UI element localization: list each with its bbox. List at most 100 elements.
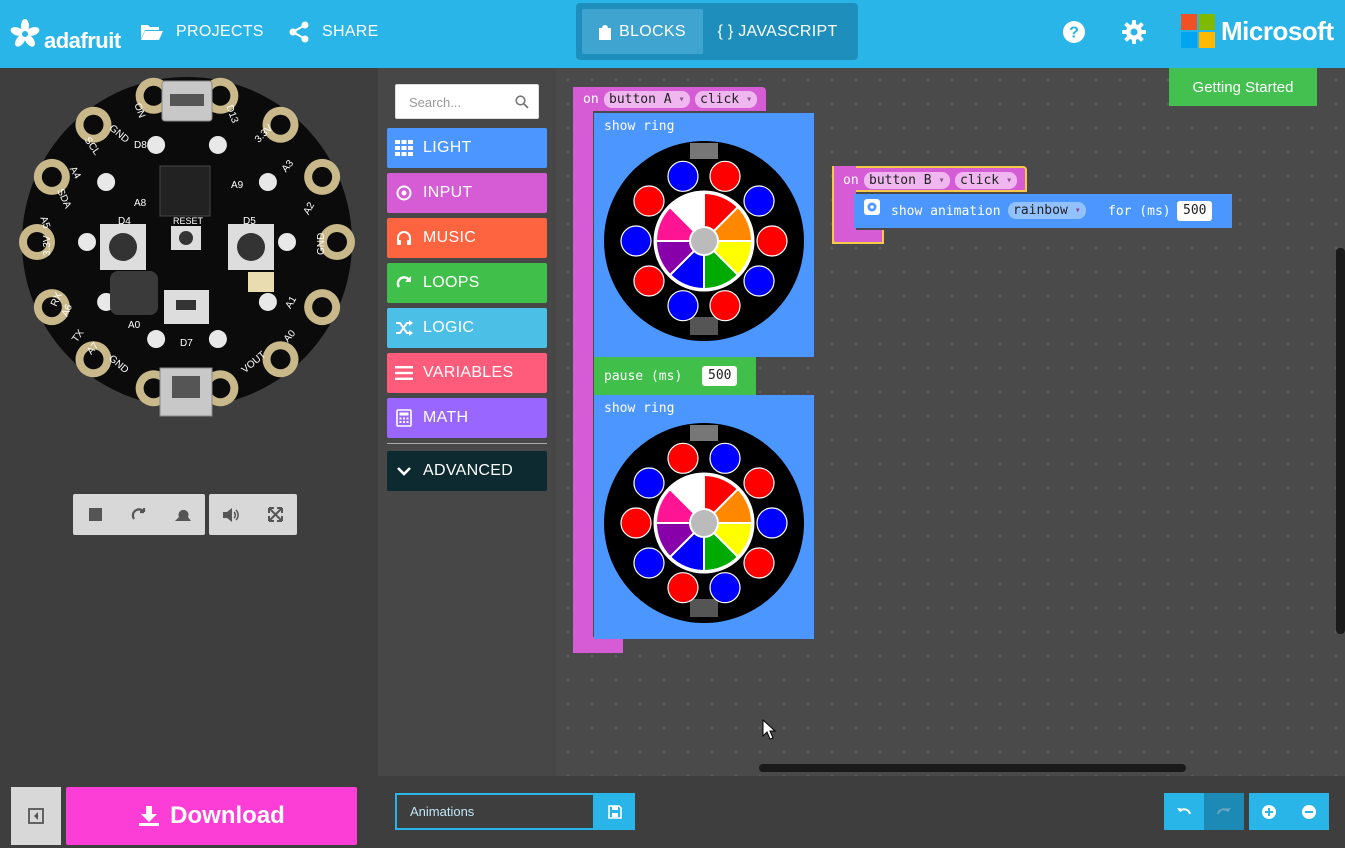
ring-led[interactable] [709, 572, 741, 604]
search-icon[interactable] [515, 95, 529, 109]
slow-mode-button[interactable] [161, 494, 205, 535]
category-label: LOGIC [423, 319, 475, 336]
project-name-input[interactable] [395, 793, 595, 830]
microsoft-squares-icon [1181, 14, 1215, 48]
redo-icon [1217, 807, 1231, 814]
category-input[interactable]: INPUT [387, 173, 547, 213]
ring-led[interactable] [620, 507, 652, 539]
pause-value[interactable]: 500 [702, 366, 738, 386]
blocks-workspace[interactable]: Getting Started on button A click show r… [556, 68, 1345, 776]
category-music[interactable]: MUSIC [387, 218, 547, 258]
sim-controls [73, 494, 205, 535]
getting-started-button[interactable]: Getting Started [1169, 68, 1317, 106]
button-b-dropdown[interactable]: button B [864, 172, 950, 189]
toolbox-divider [387, 443, 547, 444]
advanced-label: ADVANCED [423, 462, 514, 479]
click-event-dropdown-b[interactable]: click [955, 172, 1018, 189]
mute-button[interactable] [209, 494, 253, 535]
microsoft-logo[interactable]: Microsoft [1181, 14, 1334, 48]
on-keyword: on [583, 92, 599, 107]
zoom-out-button[interactable] [1289, 793, 1329, 830]
pin-label-d8: D8 [134, 140, 147, 151]
undo-icon [1177, 807, 1191, 814]
gear-badge-icon [864, 199, 880, 215]
pin-label-a0-inner: A0 [128, 320, 141, 331]
download-button[interactable]: Download [66, 787, 357, 845]
share-icon [289, 21, 309, 43]
ring-led[interactable] [743, 185, 775, 217]
category-variables[interactable]: VARIABLES [387, 353, 547, 393]
pin-label-a9: A9 [231, 180, 244, 191]
ring-led[interactable] [667, 160, 699, 192]
pin-label-a8: A8 [134, 198, 147, 209]
pause-block[interactable]: pause (ms) 500 [594, 357, 756, 395]
button-a-dropdown[interactable]: button A [604, 91, 690, 108]
show-animation-block[interactable]: show animation rainbow for (ms) 500 [854, 194, 1232, 228]
category-logic[interactable]: LOGIC [387, 308, 547, 348]
category-math[interactable]: MATH [387, 398, 547, 438]
calculator-icon [395, 409, 413, 427]
projects-label: PROJECTS [176, 23, 264, 40]
settings-button[interactable] [1122, 20, 1146, 44]
stop-button[interactable] [73, 494, 117, 535]
zoom-in-icon [1262, 804, 1276, 819]
redo-button[interactable] [1204, 793, 1244, 830]
shuffle-icon [395, 319, 413, 337]
projects-button[interactable]: PROJECTS [140, 0, 264, 64]
collapse-simulator-button[interactable] [11, 787, 61, 845]
zoom-out-icon [1302, 804, 1316, 819]
ring-editor-1[interactable] [604, 141, 804, 341]
undo-button[interactable] [1164, 793, 1204, 830]
category-advanced[interactable]: ADVANCED [387, 451, 547, 491]
click-event-dropdown-a[interactable]: click [695, 91, 758, 108]
ring-led[interactable] [743, 467, 775, 499]
circuit-playground-board[interactable]: D8 D4 D5 RESET D7 A0 A8 A9 3.3V GND VOUT… [0, 76, 378, 426]
blocks-tab[interactable]: BLOCKS [582, 9, 703, 54]
ring-led[interactable] [633, 547, 665, 579]
simulator-panel: D8 D4 D5 RESET D7 A0 A8 A9 3.3V GND VOUT… [0, 68, 378, 776]
javascript-tab[interactable]: { } JAVASCRIPT [703, 9, 852, 54]
ring-led[interactable] [743, 265, 775, 297]
ring-led[interactable] [709, 160, 741, 192]
ring-led[interactable] [633, 467, 665, 499]
ring-led[interactable] [756, 225, 788, 257]
ring-led[interactable] [633, 265, 665, 297]
show-ring-block-2[interactable]: show ring [594, 395, 814, 639]
help-icon: ? [1063, 21, 1085, 43]
show-ring-label-2: show ring [604, 401, 675, 416]
ring-led[interactable] [667, 442, 699, 474]
animation-dropdown[interactable]: rainbow [1008, 202, 1086, 219]
ring-led[interactable] [667, 572, 699, 604]
zoom-in-button[interactable] [1249, 793, 1289, 830]
ring-led[interactable] [743, 547, 775, 579]
category-loops[interactable]: LOOPS [387, 263, 547, 303]
share-button[interactable]: SHARE [288, 0, 379, 64]
help-button[interactable]: ? [1062, 20, 1086, 44]
ring-editor-2[interactable] [604, 423, 804, 623]
download-icon [139, 806, 160, 826]
vertical-scrollbar[interactable] [1336, 248, 1345, 634]
floppy-disk-icon [608, 804, 622, 819]
show-ring-block-1[interactable]: show ring [594, 113, 814, 357]
category-light[interactable]: LIGHT [387, 128, 547, 168]
save-button[interactable] [595, 793, 635, 830]
sim-controls-2 [209, 494, 297, 535]
ring-led[interactable] [620, 225, 652, 257]
restart-button[interactable] [117, 494, 161, 535]
adafruit-logo[interactable]: adafruit [10, 14, 121, 54]
pin-label-d4: D4 [118, 216, 131, 227]
ring-led[interactable] [633, 185, 665, 217]
fullscreen-button[interactable] [253, 494, 297, 535]
ring-led[interactable] [709, 442, 741, 474]
category-label: VARIABLES [423, 364, 514, 381]
folder-open-icon [141, 25, 163, 40]
ring-led[interactable] [756, 507, 788, 539]
horizontal-scrollbar[interactable] [759, 764, 1186, 772]
animation-duration-value[interactable]: 500 [1177, 201, 1213, 221]
for-ms-label: for (ms) [1108, 204, 1171, 219]
top-bar: adafruit PROJECTS SHARE BLOCKS { } JAVAS… [0, 0, 1345, 68]
microsoft-label: Microsoft [1221, 15, 1334, 46]
ring-led[interactable] [709, 290, 741, 322]
ring-led[interactable] [667, 290, 699, 322]
stop-icon [88, 508, 102, 521]
